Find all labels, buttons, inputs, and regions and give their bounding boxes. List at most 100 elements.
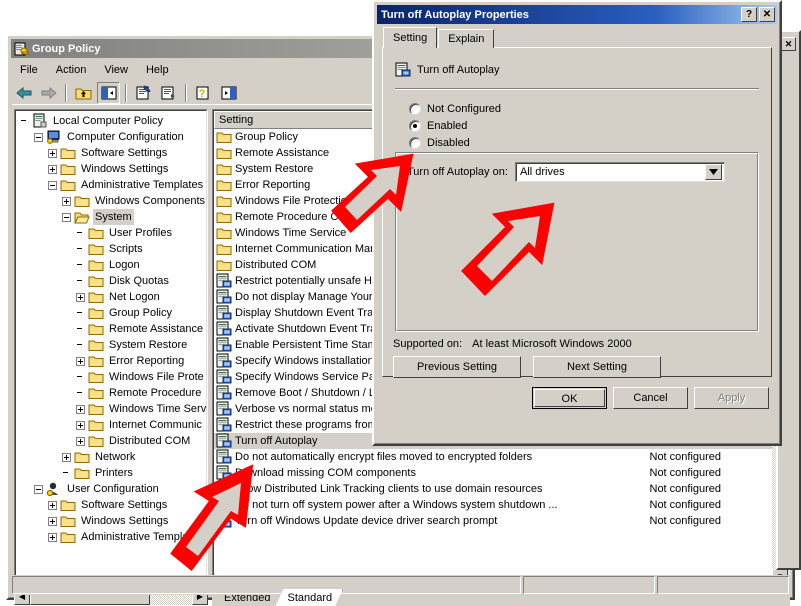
- tree-item-software-settings[interactable]: Software Settings: [16, 145, 206, 161]
- tab-standard[interactable]: Standard: [275, 589, 343, 606]
- tab-setting[interactable]: Setting: [383, 27, 438, 48]
- table-row[interactable]: Download missing COM components Not confi…: [214, 465, 788, 481]
- toolbar-separator-1: [65, 83, 67, 102]
- tree-item-label: Printers: [95, 467, 133, 479]
- folder-icon: [88, 225, 104, 241]
- tree-item-network[interactable]: Network: [16, 449, 206, 465]
- up-one-level-button[interactable]: [72, 82, 95, 104]
- console-tree-scroll-area[interactable]: Local Computer Policy Computer Configurat…: [15, 110, 207, 586]
- tree-item-group-policy[interactable]: Group Policy: [16, 305, 206, 321]
- policy-setting-icon: [216, 353, 232, 369]
- background-window-close-button[interactable]: ✕: [781, 37, 796, 51]
- tree-expander-plus[interactable]: [76, 436, 85, 446]
- tree-item-internet-communic[interactable]: Internet Communic: [16, 417, 206, 433]
- tree-item-user-profiles[interactable]: User Profiles: [16, 225, 206, 241]
- table-row[interactable]: Do not turn off system power after a Win…: [214, 497, 788, 513]
- ok-button[interactable]: OK: [532, 387, 607, 409]
- setting-state-cell: Not configured: [649, 499, 722, 511]
- policy-setting-icon: [216, 289, 232, 305]
- setting-state-cell: Not configured: [649, 483, 722, 495]
- table-row[interactable]: Allow Distributed Link Tracking clients …: [214, 481, 788, 497]
- next-setting-button[interactable]: Next Setting: [533, 356, 661, 378]
- tree-item-windows-settings[interactable]: Windows Settings: [16, 161, 206, 177]
- properties-button[interactable]: [132, 82, 155, 104]
- tree-expander-minus[interactable]: [62, 212, 71, 222]
- policy-setting-icon: [216, 337, 232, 353]
- table-row[interactable]: Turn off Windows Update device driver se…: [214, 513, 788, 529]
- tree-expander-minus[interactable]: [34, 132, 43, 142]
- tree-expander-plus[interactable]: [76, 420, 85, 430]
- folder-icon: [60, 145, 76, 161]
- tree-item-system-restore[interactable]: System Restore: [16, 337, 206, 353]
- tree-item-windows-settings[interactable]: Windows Settings: [16, 513, 206, 529]
- tree-item-net-logon[interactable]: Net Logon: [16, 289, 206, 305]
- tree-item-label: Group Policy: [109, 307, 172, 319]
- tree-item-remote-assistance[interactable]: Remote Assistance: [16, 321, 206, 337]
- tree-expander-plus[interactable]: [48, 148, 57, 158]
- back-button[interactable]: [12, 82, 35, 104]
- menu-action[interactable]: Action: [48, 62, 95, 78]
- setting-name-cell: Allow Distributed Link Tracking clients …: [235, 483, 543, 495]
- tree-item-windows-time-serv[interactable]: Windows Time Serv: [16, 401, 206, 417]
- menu-view[interactable]: View: [96, 62, 136, 78]
- tree-item-software-settings[interactable]: Software Settings: [16, 497, 206, 513]
- tree-expander-plus[interactable]: [62, 196, 71, 206]
- folder-icon: [88, 257, 104, 273]
- combo-label: Turn off Autoplay on:: [407, 166, 508, 178]
- tree-item-windows-file-prote[interactable]: Windows File Prote: [16, 369, 206, 385]
- radio-enabled-indicator[interactable]: [409, 120, 421, 132]
- dialog-frame: Turn off Autoplay Properties ? ✕ Setting…: [374, 2, 780, 444]
- tree-item-local-computer-policy[interactable]: Local Computer Policy: [16, 113, 206, 129]
- tree-expander-minus[interactable]: [48, 180, 57, 190]
- tree-item-label: Software Settings: [81, 147, 168, 159]
- dialog-help-button[interactable]: ?: [741, 7, 757, 22]
- console-tree: Local Computer Policy Computer Configurat…: [16, 113, 206, 545]
- tree-expander-plus[interactable]: [48, 516, 57, 526]
- cancel-button[interactable]: Cancel: [613, 387, 688, 409]
- ok-button-label: OK: [534, 389, 605, 407]
- tree-item-system[interactable]: System: [16, 209, 206, 225]
- menu-help[interactable]: Help: [138, 62, 177, 78]
- view-button[interactable]: [217, 82, 240, 104]
- dialog-close-button[interactable]: ✕: [759, 7, 775, 22]
- radio-disabled-indicator[interactable]: [409, 137, 421, 149]
- tree-item-scripts[interactable]: Scripts: [16, 241, 206, 257]
- export-list-button[interactable]: [157, 82, 180, 104]
- tree-expander-plus[interactable]: [62, 452, 71, 462]
- radio-not-configured[interactable]: Not Configured: [409, 102, 501, 116]
- radio-disabled[interactable]: Disabled: [409, 136, 470, 150]
- tree-expander-plus[interactable]: [48, 500, 57, 510]
- tree-item-error-reporting[interactable]: Error Reporting: [16, 353, 206, 369]
- folder-open-icon: [74, 209, 90, 225]
- tree-expander-plus[interactable]: [48, 532, 57, 542]
- turn-off-autoplay-on-combobox[interactable]: All drives: [515, 162, 725, 182]
- tree-item-windows-components[interactable]: Windows Components: [16, 193, 206, 209]
- show-hide-console-tree-button[interactable]: [97, 81, 120, 104]
- tree-item-logon[interactable]: Logon: [16, 257, 206, 273]
- tree-expander-plus[interactable]: [76, 292, 85, 302]
- folder-icon: [216, 145, 232, 161]
- tree-item-remote-procedure[interactable]: Remote Procedure: [16, 385, 206, 401]
- tree-item-distributed-com[interactable]: Distributed COM: [16, 433, 206, 449]
- tree-item-administrative-templates[interactable]: Administrative Templates: [16, 177, 206, 193]
- tree-item-administrative-templat[interactable]: Administrative Templat: [16, 529, 206, 545]
- tree-item-computer-configuration[interactable]: Computer Configuration: [16, 129, 206, 145]
- help-button[interactable]: ?: [192, 82, 215, 104]
- table-row[interactable]: Do not automatically encrypt files moved…: [214, 449, 788, 465]
- tree-item-disk-quotas[interactable]: Disk Quotas: [16, 273, 206, 289]
- tree-expander-plus[interactable]: [76, 356, 85, 366]
- forward-button[interactable]: [37, 82, 60, 104]
- tree-expander-plus[interactable]: [48, 164, 57, 174]
- tree-expander-minus[interactable]: [34, 484, 43, 494]
- menu-file[interactable]: File: [12, 62, 46, 78]
- tree-expander-plus[interactable]: [76, 404, 85, 414]
- tab-explain[interactable]: Explain: [438, 29, 495, 48]
- options-group-inner: Turn off Autoplay on: All drives: [396, 153, 758, 331]
- tree-item-user-configuration[interactable]: User Configuration: [16, 481, 206, 497]
- chevron-down-icon[interactable]: [705, 164, 722, 180]
- radio-enabled[interactable]: Enabled: [409, 119, 467, 133]
- tree-item-printers[interactable]: Printers: [16, 465, 206, 481]
- previous-setting-button[interactable]: Previous Setting: [393, 356, 521, 378]
- radio-not-configured-indicator[interactable]: [409, 103, 421, 115]
- dialog-titlebar[interactable]: Turn off Autoplay Properties ? ✕: [377, 5, 777, 24]
